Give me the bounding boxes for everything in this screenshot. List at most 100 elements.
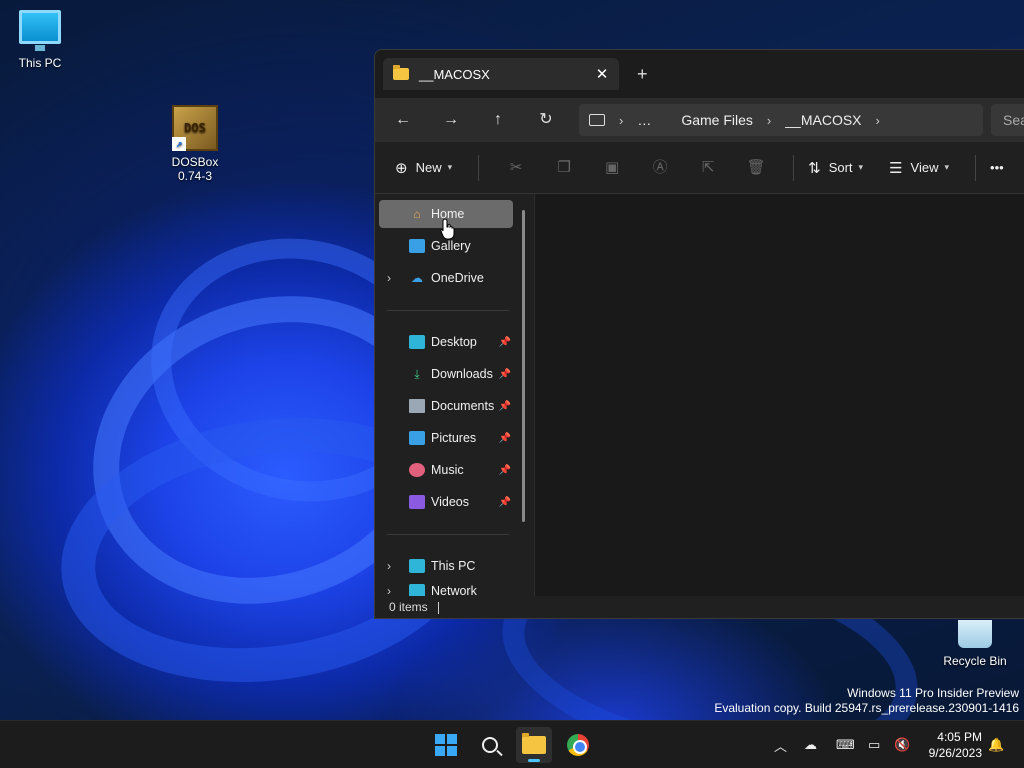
paste-icon[interactable]: ▣ — [601, 157, 623, 179]
cut-icon[interactable]: ✂ — [505, 157, 527, 179]
tray-overflow-chevron-icon[interactable]: ︿ — [774, 721, 787, 768]
tab-bar: __MACOSX ✕ + — [375, 50, 1024, 98]
chevron-right-icon[interactable]: › — [387, 271, 391, 285]
share-icon[interactable]: ⇱ — [697, 157, 719, 179]
file-list-area[interactable] — [535, 194, 1024, 598]
refresh-icon[interactable]: ↻ — [534, 108, 558, 132]
navigation-pane: ⌂ Home Gallery › ☁ OneDrive Desktop 📌 ⤓ … — [375, 194, 535, 596]
close-tab-icon[interactable]: ✕ — [591, 65, 613, 83]
clock-time: 4:05 PM — [937, 730, 982, 744]
notification-bell-icon[interactable]: 🔔 — [988, 721, 1004, 768]
gallery-icon — [409, 239, 425, 253]
taskbar-file-explorer[interactable] — [516, 727, 552, 763]
rename-icon[interactable]: Ⓐ — [649, 157, 671, 179]
nav-item-this-pc[interactable]: › This PC — [379, 552, 513, 580]
clock-date: 9/26/2023 — [928, 746, 982, 760]
chevron-down-icon: ▾ — [858, 162, 864, 172]
desktop-icon-label: Recycle Bin — [943, 654, 1007, 668]
chevron-down-icon: ▾ — [447, 162, 453, 172]
back-arrow-icon[interactable]: ← — [391, 108, 415, 132]
pin-icon[interactable]: 📌 — [499, 369, 511, 380]
shortcut-arrow-icon: ↗ — [172, 137, 186, 151]
monitor-icon — [589, 114, 605, 126]
pin-icon[interactable]: 📌 — [499, 497, 511, 508]
display-icon[interactable]: ▭ — [868, 721, 880, 768]
nav-item-label: Downloads — [431, 367, 493, 381]
nav-item-label: Desktop — [431, 335, 477, 349]
nav-item-documents[interactable]: Documents 📌 — [379, 392, 513, 420]
desktop-icon-label-line1: DOSBox — [171, 155, 219, 169]
pin-icon[interactable]: 📌 — [499, 465, 511, 476]
hand-cursor-icon — [440, 218, 455, 240]
item-count: 0 items — [389, 600, 428, 614]
nav-item-downloads[interactable]: ⤓ Downloads 📌 — [379, 360, 513, 388]
divider — [975, 154, 977, 181]
pin-icon[interactable]: 📌 — [499, 401, 511, 412]
more-options-button[interactable]: ••• — [990, 160, 1004, 175]
breadcrumb-overflow[interactable]: … — [637, 112, 651, 128]
forward-arrow-icon[interactable]: → — [439, 108, 463, 132]
desktop-icon-dosbox[interactable]: DOS ↗ DOSBox 0.74-3 — [155, 105, 235, 183]
command-bar: ⊕ New ▾ ✂ ❐ ▣ Ⓐ ⇱ 🗑 ⇅ Sort ▾ ☰ View ▾ ••… — [375, 142, 1024, 194]
copy-icon[interactable]: ❐ — [553, 157, 575, 179]
download-icon: ⤓ — [414, 367, 420, 381]
clock[interactable]: 4:05 PM 9/26/2023 — [929, 729, 982, 761]
divider — [387, 310, 509, 311]
nav-item-network[interactable]: › Network — [379, 584, 513, 596]
delete-icon[interactable]: 🗑 — [745, 157, 767, 179]
chevron-right-icon[interactable]: › — [767, 113, 771, 128]
onedrive-tray-icon[interactable]: ☁ — [804, 721, 817, 768]
pin-icon[interactable]: 📌 — [499, 337, 511, 348]
divider — [478, 154, 480, 181]
tab-macosx[interactable]: __MACOSX ✕ — [383, 58, 619, 90]
nav-item-onedrive[interactable]: › ☁ OneDrive — [379, 264, 513, 292]
recycle-bin-icon — [958, 620, 992, 648]
new-tab-button[interactable]: + — [637, 64, 648, 85]
new-button[interactable]: ⊕ New ▾ — [395, 159, 452, 177]
status-bar: 0 items — [375, 596, 1024, 618]
nav-item-desktop[interactable]: Desktop 📌 — [379, 328, 513, 356]
nav-scrollbar[interactable] — [522, 210, 525, 522]
start-button[interactable] — [428, 727, 464, 763]
watermark-line1: Windows 11 Pro Insider Preview — [847, 686, 1019, 700]
file-explorer-window: __MACOSX ✕ + ← → ↑ ↻ › … Game Files › __… — [374, 49, 1024, 619]
breadcrumb[interactable]: › … Game Files › __MACOSX › — [579, 104, 983, 136]
nav-item-label: Documents — [431, 399, 495, 413]
view-label: View — [910, 160, 939, 175]
desktop-icon-recycle-bin[interactable]: Recycle Bin — [935, 620, 1015, 668]
address-bar: ← → ↑ ↻ › … Game Files › __MACOSX › Sea — [375, 98, 1024, 142]
network-icon — [409, 584, 425, 596]
folder-icon — [393, 65, 409, 80]
nav-item-label: Pictures — [431, 431, 477, 445]
pin-icon[interactable]: 📌 — [499, 433, 511, 444]
taskbar-search-button[interactable] — [472, 727, 508, 763]
cloud-icon: ☁ — [411, 271, 423, 285]
nav-item-music[interactable]: Music 📌 — [379, 456, 513, 484]
search-input[interactable]: Sea — [991, 104, 1024, 136]
breadcrumb-game-files[interactable]: Game Files — [681, 112, 753, 128]
taskbar: ︿ ☁ ⌨ ▭ 🔇 4:05 PM 9/26/2023 🔔 — [0, 720, 1024, 768]
keyboard-icon[interactable]: ⌨ — [836, 721, 855, 768]
chevron-right-icon[interactable]: › — [619, 113, 623, 128]
sort-icon: ⇅ — [808, 159, 821, 177]
nav-item-label: Videos — [431, 495, 469, 509]
view-button[interactable]: ☰ View ▾ — [889, 159, 949, 177]
desktop-icon — [409, 335, 425, 349]
chevron-right-icon[interactable]: › — [387, 584, 391, 596]
up-arrow-icon[interactable]: ↑ — [486, 108, 510, 132]
nav-item-videos[interactable]: Videos 📌 — [379, 488, 513, 516]
taskbar-chrome[interactable] — [560, 727, 596, 763]
video-icon — [409, 495, 425, 509]
chevron-right-icon[interactable]: › — [387, 559, 391, 573]
volume-muted-icon[interactable]: 🔇 — [894, 721, 910, 768]
breadcrumb-macosx[interactable]: __MACOSX — [785, 112, 861, 128]
folder-icon — [522, 733, 546, 754]
music-icon — [409, 463, 425, 477]
chevron-right-icon[interactable]: › — [876, 113, 880, 128]
home-icon: ⌂ — [413, 207, 421, 221]
pictures-icon — [409, 431, 425, 445]
sort-button[interactable]: ⇅ Sort ▾ — [808, 159, 863, 177]
nav-item-pictures[interactable]: Pictures 📌 — [379, 424, 513, 452]
chrome-icon — [567, 734, 589, 756]
desktop-icon-this-pc[interactable]: This PC — [0, 10, 80, 70]
